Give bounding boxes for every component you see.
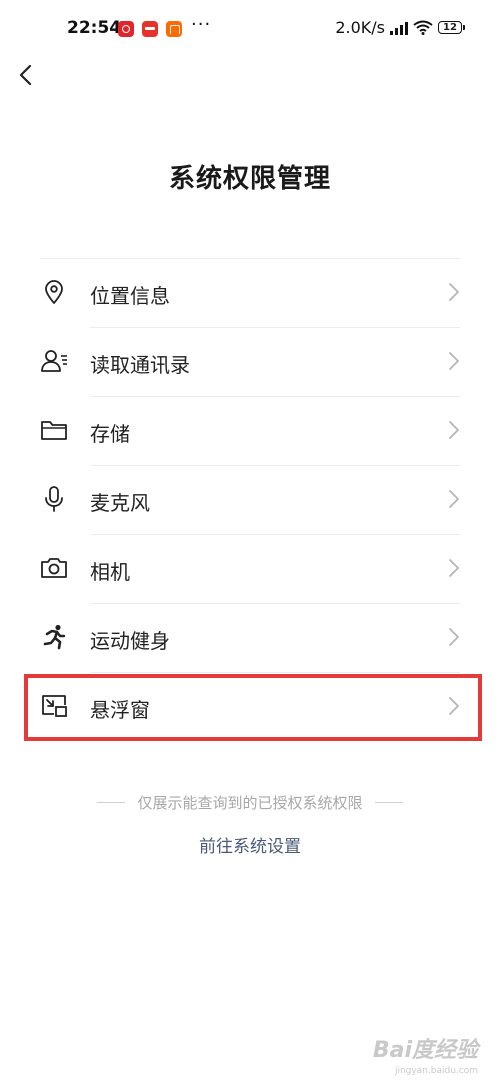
divider [90, 396, 460, 397]
status-app-icons [118, 21, 182, 37]
go-to-system-settings-link[interactable]: 前往系统设置 [0, 832, 500, 857]
page-title: 系统权限管理 [168, 164, 331, 194]
status-time: 22:54 [67, 18, 122, 38]
netease-music-icon [118, 21, 134, 37]
permission-label: 位置信息 [90, 284, 170, 308]
chevron-right-icon [449, 352, 459, 370]
footer-note: 仅展示能查询到的已授权系统权限 [0, 792, 500, 813]
shopping-app-icon [142, 21, 158, 37]
divider [90, 534, 460, 535]
status-more-dots: ··· [191, 14, 212, 35]
mi-app-icon [166, 21, 182, 37]
divider [90, 327, 460, 328]
wifi-icon [413, 20, 433, 35]
divider [90, 465, 460, 466]
divider-left [97, 802, 126, 803]
divider [90, 672, 460, 673]
permission-label: 相机 [90, 560, 130, 584]
permission-item-floating-window[interactable]: 悬浮窗 [0, 672, 500, 741]
status-right: 2.0K/s 12 [335, 18, 465, 37]
footer-note-text: 仅展示能查询到的已授权系统权限 [137, 794, 363, 812]
divider-right [374, 802, 403, 803]
signal-icon [390, 21, 408, 35]
battery-icon: 12 [438, 21, 465, 34]
watermark-logo: Bai度经验 [372, 1038, 478, 1063]
watermark-url: jingyan.baidu.com [394, 1066, 478, 1076]
chevron-right-icon [449, 628, 459, 646]
permission-item-fitness[interactable]: 运动健身 [0, 603, 500, 672]
chevron-right-icon [449, 559, 459, 577]
microphone-icon [45, 486, 63, 512]
contacts-icon [41, 350, 67, 372]
floating-window-icon [42, 695, 67, 717]
permission-item-storage[interactable]: 存储 [0, 396, 500, 465]
permission-label: 悬浮窗 [90, 698, 150, 722]
chevron-right-icon [449, 490, 459, 508]
chevron-right-icon [449, 283, 459, 301]
chevron-left-icon[interactable] [12, 60, 38, 90]
divider [90, 603, 460, 604]
permission-label: 运动健身 [90, 629, 170, 653]
folder-icon [41, 421, 67, 440]
running-icon [43, 624, 66, 650]
divider [40, 258, 460, 259]
permission-label: 读取通讯录 [90, 353, 190, 377]
watermark: Bai度经验 jingyan.baidu.com [372, 1032, 478, 1076]
chevron-right-icon [449, 421, 459, 439]
camera-icon [41, 558, 67, 578]
permission-item-contacts[interactable]: 读取通讯录 [0, 327, 500, 396]
net-speed: 2.0K/s [335, 18, 385, 37]
permission-item-location[interactable]: 位置信息 [0, 258, 500, 327]
permission-item-microphone[interactable]: 麦克风 [0, 465, 500, 534]
permission-label: 麦克风 [90, 491, 150, 515]
permission-label: 存储 [90, 422, 130, 446]
status-bar: 22:54 ··· 2.0K/s 12 [0, 0, 500, 60]
chevron-right-icon [449, 697, 459, 715]
permission-list: 位置信息 读取通讯录 存储 麦克风 相机 运动健身 悬浮窗 [0, 258, 500, 741]
permission-item-camera[interactable]: 相机 [0, 534, 500, 603]
location-pin-icon [45, 280, 63, 304]
